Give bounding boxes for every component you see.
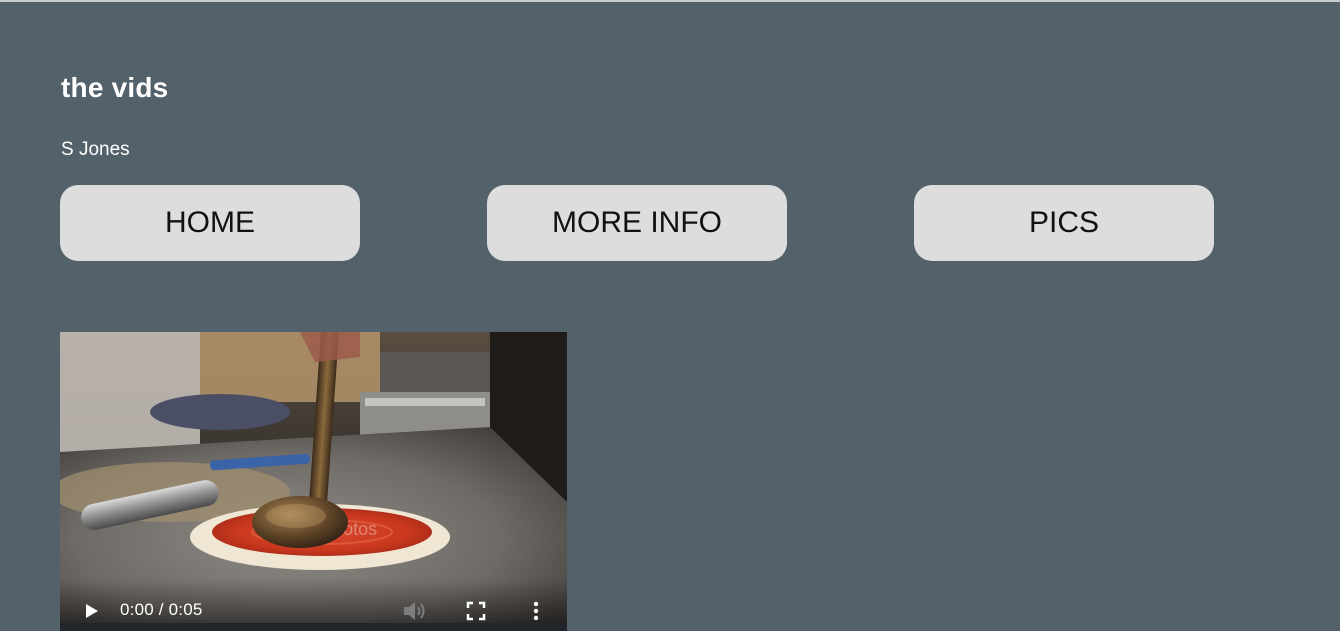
play-icon bbox=[86, 604, 98, 618]
fullscreen-icon bbox=[466, 601, 486, 621]
mute-button[interactable] bbox=[401, 599, 429, 623]
more-options-button[interactable] bbox=[526, 599, 546, 623]
video-time-display: 0:00 / 0:05 bbox=[120, 600, 203, 619]
home-button[interactable]: HOME bbox=[60, 185, 360, 261]
video-scrubber[interactable] bbox=[60, 623, 567, 631]
volume-icon bbox=[404, 602, 425, 620]
fullscreen-button[interactable] bbox=[464, 599, 488, 623]
video-player[interactable]: depositphotos 0:00 / 0:05 bbox=[60, 332, 567, 631]
more-info-button[interactable]: MORE INFO bbox=[487, 185, 787, 261]
more-vert-icon bbox=[533, 601, 539, 621]
page-title: the vids bbox=[61, 72, 169, 103]
play-button[interactable] bbox=[82, 599, 102, 623]
pics-button[interactable]: PICS bbox=[914, 185, 1214, 261]
author-name: S Jones bbox=[61, 139, 130, 160]
